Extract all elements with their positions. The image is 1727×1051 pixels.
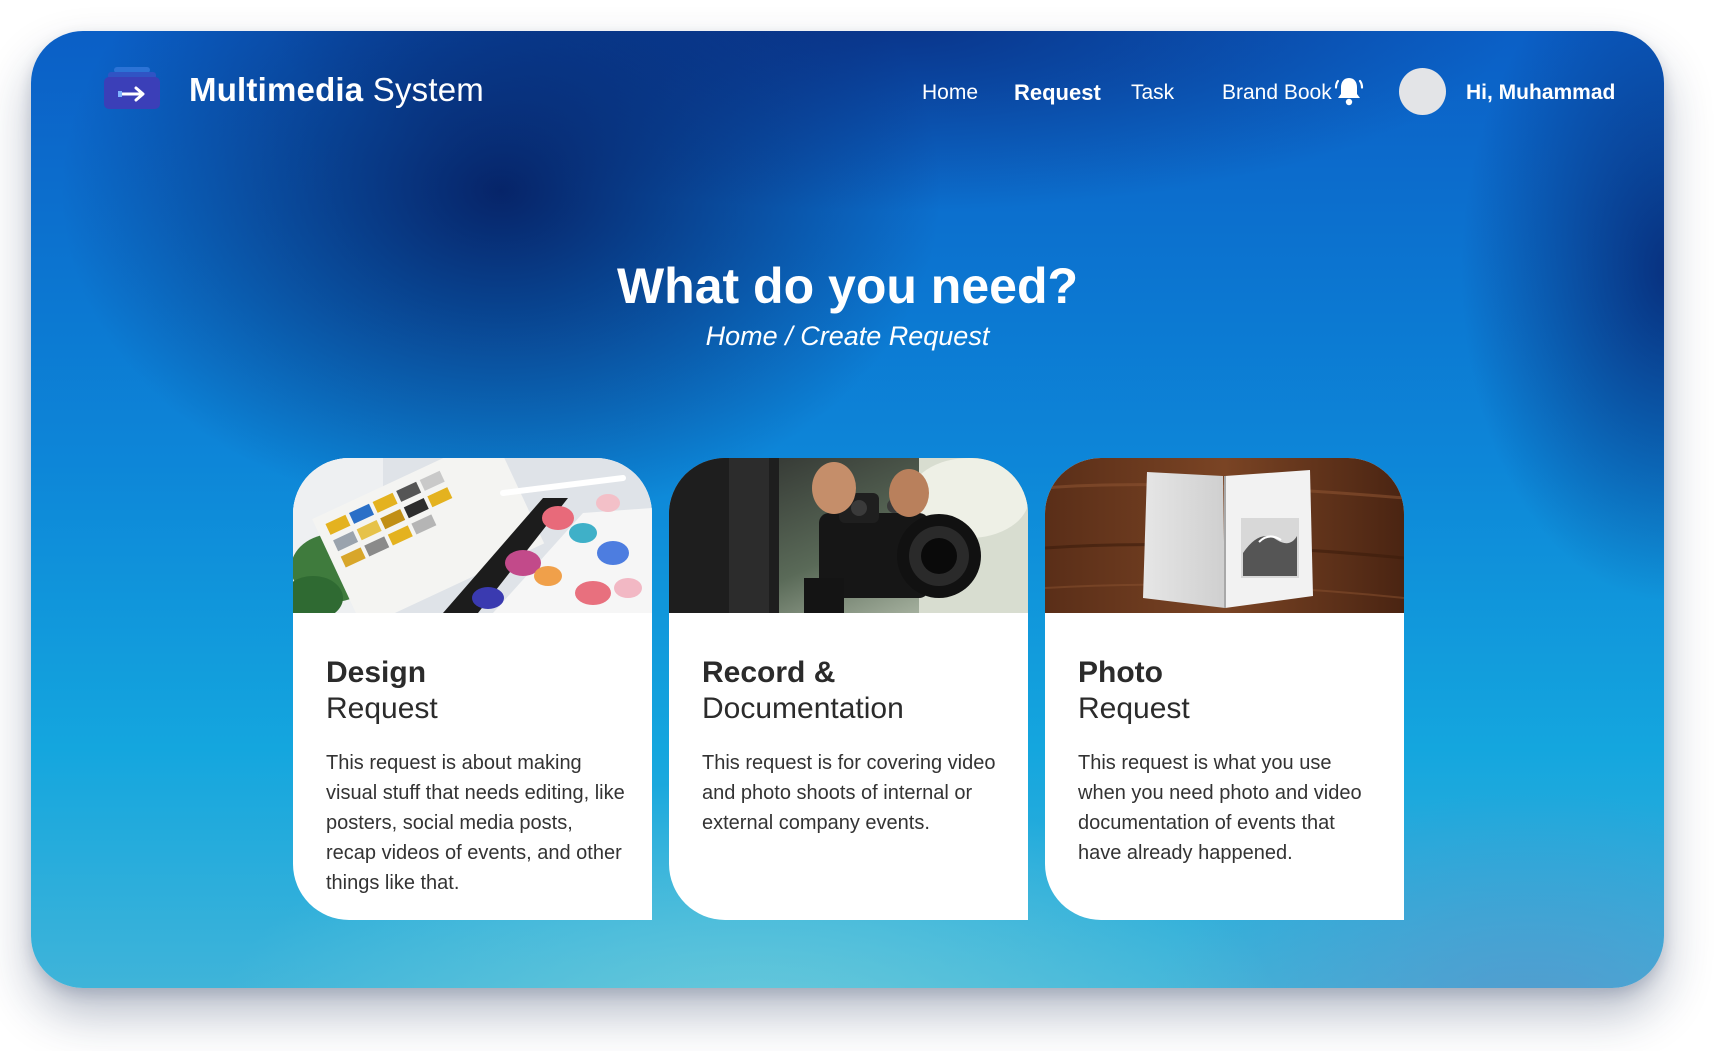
card-design-request[interactable]: Design Request This request is about mak… — [293, 458, 652, 920]
brand-name-bold: Multimedia — [189, 71, 364, 108]
camera-image — [669, 458, 1028, 613]
top-navbar: Multimedia System Home Request Task Bran… — [31, 31, 1664, 151]
brand-name[interactable]: Multimedia System — [189, 71, 484, 109]
card-title: Photo Request — [1078, 655, 1190, 727]
nav-brand-book[interactable]: Brand Book — [1222, 81, 1332, 105]
card-title: Design Request — [326, 655, 438, 727]
design-swatches-image — [293, 458, 652, 613]
breadcrumb: Home / Create Request — [31, 321, 1664, 352]
card-title: Record & Documentation — [702, 655, 904, 727]
nav-request[interactable]: Request — [1014, 80, 1101, 106]
card-description: This request is what you use when you ne… — [1078, 752, 1362, 864]
card-title-regular: Documentation — [702, 692, 904, 725]
card-description: This request is for covering video and p… — [702, 752, 996, 834]
stacked-tray-arrow-icon[interactable] — [104, 67, 160, 109]
card-record-documentation[interactable]: Record & Documentation This request is f… — [669, 458, 1028, 920]
breadcrumb-current: Create Request — [800, 321, 990, 351]
open-book-image — [1045, 458, 1404, 613]
app-window: Multimedia System Home Request Task Bran… — [31, 31, 1664, 988]
avatar[interactable] — [1399, 68, 1446, 115]
card-title-bold: Design — [326, 656, 427, 689]
card-title-regular: Request — [1078, 692, 1190, 725]
card-title-bold: Photo — [1078, 656, 1163, 689]
brand-name-regular: System — [363, 71, 484, 108]
user-greeting[interactable]: Hi, Muhammad — [1466, 81, 1615, 105]
bell-icon[interactable] — [1334, 75, 1364, 107]
nav-task[interactable]: Task — [1131, 81, 1174, 105]
breadcrumb-separator: / — [777, 321, 801, 351]
card-title-bold: Record & — [702, 656, 836, 689]
card-title-regular: Request — [326, 692, 438, 725]
nav-home[interactable]: Home — [922, 81, 978, 105]
breadcrumb-home[interactable]: Home — [706, 321, 778, 351]
page-title: What do you need? — [616, 258, 1079, 314]
card-description: This request is about making visual stuf… — [326, 752, 625, 894]
card-photo-request[interactable]: Photo Request This request is what you u… — [1045, 458, 1404, 920]
